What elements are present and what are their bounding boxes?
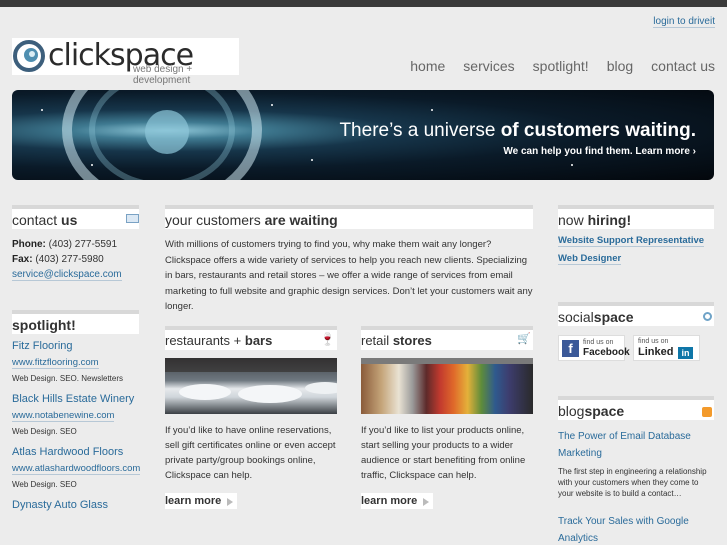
- blog-section: blogspace The Power of Email Database Ma…: [558, 396, 714, 545]
- logo[interactable]: clickspace web design + development: [12, 38, 239, 86]
- spotlight-client-name[interactable]: Black Hills Estate Winery: [12, 393, 139, 405]
- job-link[interactable]: Website Support Representative: [558, 235, 705, 247]
- spotlight-client-url[interactable]: www.notabenewine.com: [12, 410, 115, 422]
- list-item: Atlas Hardwood Floors www.atlashardwoodf…: [12, 446, 141, 489]
- blog-heading: blogspace: [558, 396, 714, 420]
- shopping-cart-icon: 🛒: [517, 333, 531, 345]
- blog-post-excerpt: The first step in engineering a relation…: [558, 467, 707, 498]
- social-heading: socialspace: [558, 302, 714, 326]
- retail-text: If you’d like to list your products onli…: [361, 425, 526, 481]
- rss-icon[interactable]: [702, 407, 712, 417]
- list-item: Track Your Sales with Google Analytics: [558, 513, 714, 545]
- spotlight-client-name[interactable]: Dynasty Auto Glass: [12, 499, 139, 511]
- restaurants-learn-more-button[interactable]: learn more: [165, 493, 238, 509]
- logo-tagline: web design + development: [133, 64, 193, 86]
- wine-glass-icon: 🍷: [320, 332, 335, 346]
- spotlight-client-url[interactable]: www.fitzflooring.com: [12, 357, 99, 369]
- search-icon[interactable]: [703, 312, 712, 321]
- spotlight-client-url[interactable]: www.atlashardwoodfloors.com: [12, 463, 141, 475]
- job-list: Website Support Representative Web Desig…: [558, 229, 714, 266]
- facebook-badge[interactable]: f find us on Facebook: [558, 335, 630, 361]
- nav-home[interactable]: home: [410, 58, 445, 74]
- banner-headline: There’s a universe of customers waiting.: [339, 120, 696, 141]
- restaurants-text: If you’d like to have online reservation…: [165, 425, 336, 481]
- spotlight-client-name[interactable]: Fitz Flooring: [12, 340, 139, 352]
- banner-learn-more[interactable]: We can help you find them. Learn more ›: [503, 146, 696, 157]
- intro-text: With millions of customers trying to fin…: [165, 239, 533, 312]
- social-section: socialspace f find us on Facebook find u…: [558, 302, 714, 361]
- logo-swirl-icon: [13, 40, 45, 72]
- main-heading: your customers are waiting: [165, 205, 533, 229]
- contact-email-link[interactable]: service@clickspace.com: [12, 269, 122, 281]
- list-item: Black Hills Estate Winery www.notabenewi…: [12, 393, 139, 436]
- nav-contact[interactable]: contact us: [651, 58, 715, 74]
- login-link[interactable]: login to driveit: [653, 16, 715, 28]
- facebook-icon: f: [562, 340, 579, 357]
- envelope-icon[interactable]: [126, 214, 139, 223]
- blog-post-title[interactable]: The Power of Email Database Marketing: [558, 428, 714, 462]
- linkedin-badge[interactable]: find us on Linked in: [633, 335, 700, 361]
- nav-services[interactable]: services: [463, 58, 514, 74]
- restaurants-heading: restaurants + bars 🍷: [165, 326, 337, 350]
- list-item: Fitz Flooring www.fitzflooring.com Web D…: [12, 340, 139, 383]
- right-column: now hiring! Website Support Representati…: [558, 205, 714, 544]
- job-link[interactable]: Web Designer: [558, 253, 622, 265]
- left-column: contact us Phone: (403) 277-5591 Fax: (4…: [12, 205, 141, 521]
- list-item: The Power of Email Database Marketing Th…: [558, 428, 714, 499]
- restaurant-image: [165, 358, 337, 414]
- spotlight-list: Fitz Flooring www.fitzflooring.com Web D…: [12, 340, 141, 511]
- top-bar: [0, 0, 727, 7]
- nav-blog[interactable]: blog: [607, 58, 633, 74]
- linkedin-icon: in: [678, 347, 693, 359]
- contact-info: Phone: (403) 277-5591 Fax: (403) 277-598…: [12, 239, 122, 281]
- spotlight-client-name[interactable]: Atlas Hardwood Floors: [12, 446, 139, 458]
- retail-learn-more-button[interactable]: learn more: [361, 493, 434, 509]
- retail-card: retail stores 🛒 If you’d like to list yo…: [361, 326, 533, 509]
- retail-heading: retail stores 🛒: [361, 326, 533, 350]
- main-column: your customers are waiting With millions…: [165, 205, 533, 509]
- hiring-heading: now hiring!: [558, 205, 714, 229]
- spotlight-heading: spotlight!: [12, 310, 139, 334]
- list-item: Dynasty Auto Glass: [12, 499, 139, 511]
- main-nav: home services spotlight! blog contact us: [410, 58, 715, 74]
- hero-banner[interactable]: There’s a universe of customers waiting.…: [12, 90, 714, 180]
- retail-image: [361, 358, 533, 414]
- restaurants-card: restaurants + bars 🍷 If you’d like to ha…: [165, 326, 337, 509]
- nav-spotlight[interactable]: spotlight!: [533, 58, 589, 74]
- blog-post-title[interactable]: Track Your Sales with Google Analytics: [558, 513, 714, 545]
- contact-heading: contact us: [12, 205, 139, 229]
